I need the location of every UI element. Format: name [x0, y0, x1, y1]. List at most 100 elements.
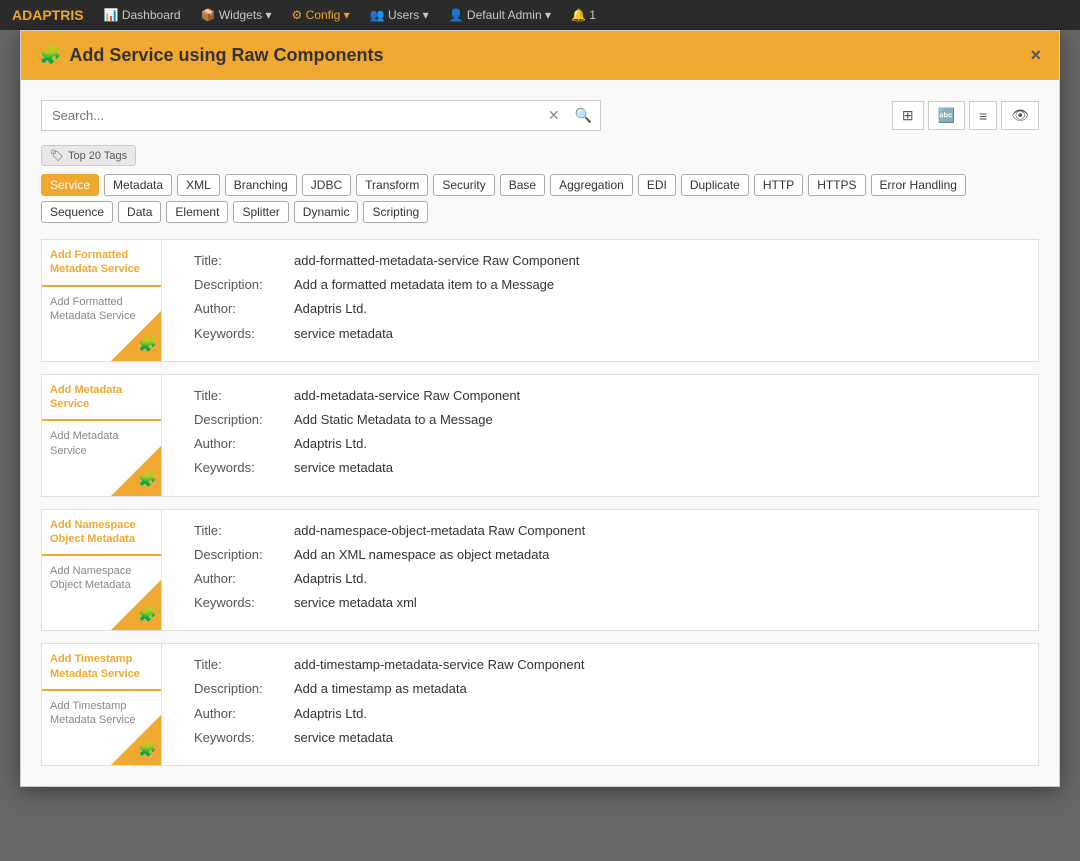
sort-num-button[interactable]: ≡: [969, 101, 997, 130]
grid-view-button[interactable]: ⊞: [892, 101, 924, 130]
tag-base[interactable]: Base: [500, 174, 545, 196]
modal-close-button[interactable]: ×: [1030, 45, 1041, 66]
result-card-title-2: Add Metadata Service: [42, 375, 161, 422]
tag-duplicate[interactable]: Duplicate: [681, 174, 749, 196]
result-card-subtitle-4: Add Timestamp Metadata Service 🧩: [42, 691, 161, 765]
title-label-1: Title:: [194, 252, 294, 270]
detail-desc-row-4: Description: Add a timestamp as metadata: [194, 680, 1022, 698]
result-details-2: Title: add-metadata-service Raw Componen…: [178, 375, 1038, 496]
desc-value-1: Add a formatted metadata item to a Messa…: [294, 276, 1022, 294]
detail-keywords-row-4: Keywords: service metadata: [194, 729, 1022, 747]
author-value-4: Adaptris Ltd.: [294, 705, 1022, 723]
tag-error-handling[interactable]: Error Handling: [871, 174, 966, 196]
nav-notifications[interactable]: 🔔 1: [571, 8, 596, 22]
puzzle-corner-icon-1: 🧩: [138, 335, 157, 355]
tag-xml[interactable]: XML: [177, 174, 220, 196]
desc-label-1: Description:: [194, 276, 294, 294]
tag-splitter[interactable]: Splitter: [233, 201, 288, 223]
desc-value-3: Add an XML namespace as object metadata: [294, 546, 1022, 564]
modal-title-text: Add Service using Raw Components: [69, 45, 383, 66]
result-card-title-1: Add Formatted Metadata Service: [42, 240, 161, 287]
tag-scripting[interactable]: Scripting: [363, 201, 428, 223]
author-label-4: Author:: [194, 705, 294, 723]
desc-value-4: Add a timestamp as metadata: [294, 680, 1022, 698]
nav-dashboard[interactable]: 📊 Dashboard: [104, 8, 181, 22]
search-row: ✕ 🔍 ⊞ 🔤 ≡ 👁: [41, 100, 1039, 131]
detail-title-row-3: Title: add-namespace-object-metadata Raw…: [194, 522, 1022, 540]
title-value-4: add-timestamp-metadata-service Raw Compo…: [294, 656, 1022, 674]
title-label-3: Title:: [194, 522, 294, 540]
detail-title-row-1: Title: add-formatted-metadata-service Ra…: [194, 252, 1022, 270]
result-details-3: Title: add-namespace-object-metadata Raw…: [178, 510, 1038, 631]
modal-body: ✕ 🔍 ⊞ 🔤 ≡ 👁 🏷 Top 20 Tags Service: [21, 80, 1059, 786]
author-label-2: Author:: [194, 435, 294, 453]
keywords-label-3: Keywords:: [194, 594, 294, 612]
detail-desc-row-1: Description: Add a formatted metadata it…: [194, 276, 1022, 294]
tag-transform[interactable]: Transform: [356, 174, 428, 196]
tag-security[interactable]: Security: [433, 174, 494, 196]
tag-data[interactable]: Data: [118, 201, 161, 223]
tags-row: 🏷 Top 20 Tags Service Metadata XML Branc…: [41, 145, 1039, 223]
tag-http[interactable]: HTTP: [754, 174, 803, 196]
detail-keywords-row-1: Keywords: service metadata: [194, 325, 1022, 343]
nav-widgets[interactable]: 📦 Widgets ▾: [201, 8, 272, 22]
desc-label-2: Description:: [194, 411, 294, 429]
toolbar-buttons: ⊞ 🔤 ≡ 👁: [892, 101, 1039, 130]
desc-label-3: Description:: [194, 546, 294, 564]
author-value-3: Adaptris Ltd.: [294, 570, 1022, 588]
tag-https[interactable]: HTTPS: [808, 174, 865, 196]
title-value-1: add-formatted-metadata-service Raw Compo…: [294, 252, 1022, 270]
desc-label-4: Description:: [194, 680, 294, 698]
result-details-4: Title: add-timestamp-metadata-service Ra…: [178, 644, 1038, 765]
tag-dynamic[interactable]: Dynamic: [294, 201, 359, 223]
search-clear-button[interactable]: ✕: [541, 102, 567, 129]
nav-admin[interactable]: 👤 Default Admin ▾: [449, 8, 551, 22]
search-wrapper: ✕ 🔍: [41, 100, 601, 131]
logo: ADAPTRIS: [12, 7, 84, 23]
table-row: Add Formatted Metadata Service Add Forma…: [41, 239, 1039, 362]
tag-element[interactable]: Element: [166, 201, 228, 223]
keywords-value-2: service metadata: [294, 459, 1022, 477]
detail-keywords-row-2: Keywords: service metadata: [194, 459, 1022, 477]
table-row: Add Namespace Object Metadata Add Namesp…: [41, 509, 1039, 632]
detail-title-row-2: Title: add-metadata-service Raw Componen…: [194, 387, 1022, 405]
detail-author-row-4: Author: Adaptris Ltd.: [194, 705, 1022, 723]
keywords-label-4: Keywords:: [194, 729, 294, 747]
detail-keywords-row-3: Keywords: service metadata xml: [194, 594, 1022, 612]
tag-metadata[interactable]: Metadata: [104, 174, 172, 196]
author-label-3: Author:: [194, 570, 294, 588]
eye-button[interactable]: 👁: [1001, 101, 1039, 130]
title-label-4: Title:: [194, 656, 294, 674]
result-card-1[interactable]: Add Formatted Metadata Service Add Forma…: [42, 240, 162, 361]
keywords-value-4: service metadata: [294, 729, 1022, 747]
result-card-4[interactable]: Add Timestamp Metadata Service Add Times…: [42, 644, 162, 765]
tag-jdbc[interactable]: JDBC: [302, 174, 351, 196]
result-details-1: Title: add-formatted-metadata-service Ra…: [178, 240, 1038, 361]
table-row: Add Timestamp Metadata Service Add Times…: [41, 643, 1039, 766]
nav-users[interactable]: 👥 Users ▾: [370, 8, 429, 22]
tag-edi[interactable]: EDI: [638, 174, 676, 196]
tags-label[interactable]: 🏷 Top 20 Tags: [41, 145, 136, 166]
detail-desc-row-3: Description: Add an XML namespace as obj…: [194, 546, 1022, 564]
result-card-title-4: Add Timestamp Metadata Service: [42, 644, 161, 691]
puzzle-corner-icon-4: 🧩: [138, 740, 157, 760]
search-go-button[interactable]: 🔍: [567, 102, 600, 129]
result-card-3[interactable]: Add Namespace Object Metadata Add Namesp…: [42, 510, 162, 631]
detail-author-row-1: Author: Adaptris Ltd.: [194, 300, 1022, 318]
title-value-2: add-metadata-service Raw Component: [294, 387, 1022, 405]
modal-header: 🧩 Add Service using Raw Components ×: [21, 31, 1059, 80]
tag-sequence[interactable]: Sequence: [41, 201, 113, 223]
result-card-subtitle-1: Add Formatted Metadata Service 🧩: [42, 287, 161, 361]
tags-label-text: Top 20 Tags: [68, 150, 127, 162]
keywords-value-3: service metadata xml: [294, 594, 1022, 612]
result-card-subtitle-2: Add Metadata Service 🧩: [42, 421, 161, 495]
tag-aggregation[interactable]: Aggregation: [550, 174, 633, 196]
search-input[interactable]: [42, 101, 541, 130]
top-nav: ADAPTRIS 📊 Dashboard 📦 Widgets ▾ ⚙ Confi…: [0, 0, 1080, 30]
sort-az-button[interactable]: 🔤: [928, 101, 965, 130]
tag-branching[interactable]: Branching: [225, 174, 297, 196]
author-label-1: Author:: [194, 300, 294, 318]
nav-config[interactable]: ⚙ Config ▾: [292, 8, 350, 22]
tag-service[interactable]: Service: [41, 174, 99, 196]
result-card-2[interactable]: Add Metadata Service Add Metadata Servic…: [42, 375, 162, 496]
